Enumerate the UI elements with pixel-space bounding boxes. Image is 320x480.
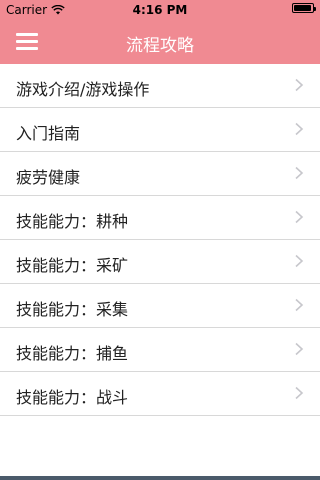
list-item[interactable]: 技能能力：采集 [0,284,320,328]
chevron-right-icon [295,386,304,400]
nav-bar: 流程攻略 [0,20,320,64]
status-bar: Carrier 4:16 PM [0,0,320,20]
list-item[interactable]: 游戏介绍/游戏操作 [0,64,320,108]
guide-list: 游戏介绍/游戏操作 入门指南 疲劳健康 技能能力：耕种 技能能力：采矿 技能能力… [0,64,320,476]
list-item[interactable]: 技能能力：捕鱼 [0,328,320,372]
status-right [292,3,316,13]
chevron-right-icon [295,210,304,224]
status-time: 4:16 PM [132,3,188,17]
chevron-right-icon [295,298,304,312]
list-item-label: 技能能力：采矿 [16,256,129,275]
list-item[interactable]: 疲劳健康 [0,152,320,196]
list-item[interactable]: 入门指南 [0,108,320,152]
chevron-right-icon [295,166,304,180]
list-item[interactable]: 技能能力：采矿 [0,240,320,284]
chevron-right-icon [295,122,304,136]
list-item[interactable]: 技能能力：耕种 [0,196,320,240]
chevron-right-icon [295,342,304,356]
list-item-label: 疲劳健康 [16,168,81,187]
page-title: 流程攻略 [126,36,194,56]
battery-icon [292,3,316,13]
list-item-label: 游戏介绍/游戏操作 [16,80,150,99]
list-item-label: 入门指南 [16,124,81,143]
bottom-bar [0,476,320,480]
list-item[interactable]: 技能能力：战斗 [0,372,320,416]
list-item-label: 技能能力：采集 [16,300,129,319]
chevron-right-icon [295,254,304,268]
chevron-right-icon [295,78,304,92]
list-item-label: 技能能力：耕种 [16,212,129,231]
list-item-label: 技能能力：战斗 [16,388,129,407]
list-item-label: 技能能力：捕鱼 [16,344,129,363]
